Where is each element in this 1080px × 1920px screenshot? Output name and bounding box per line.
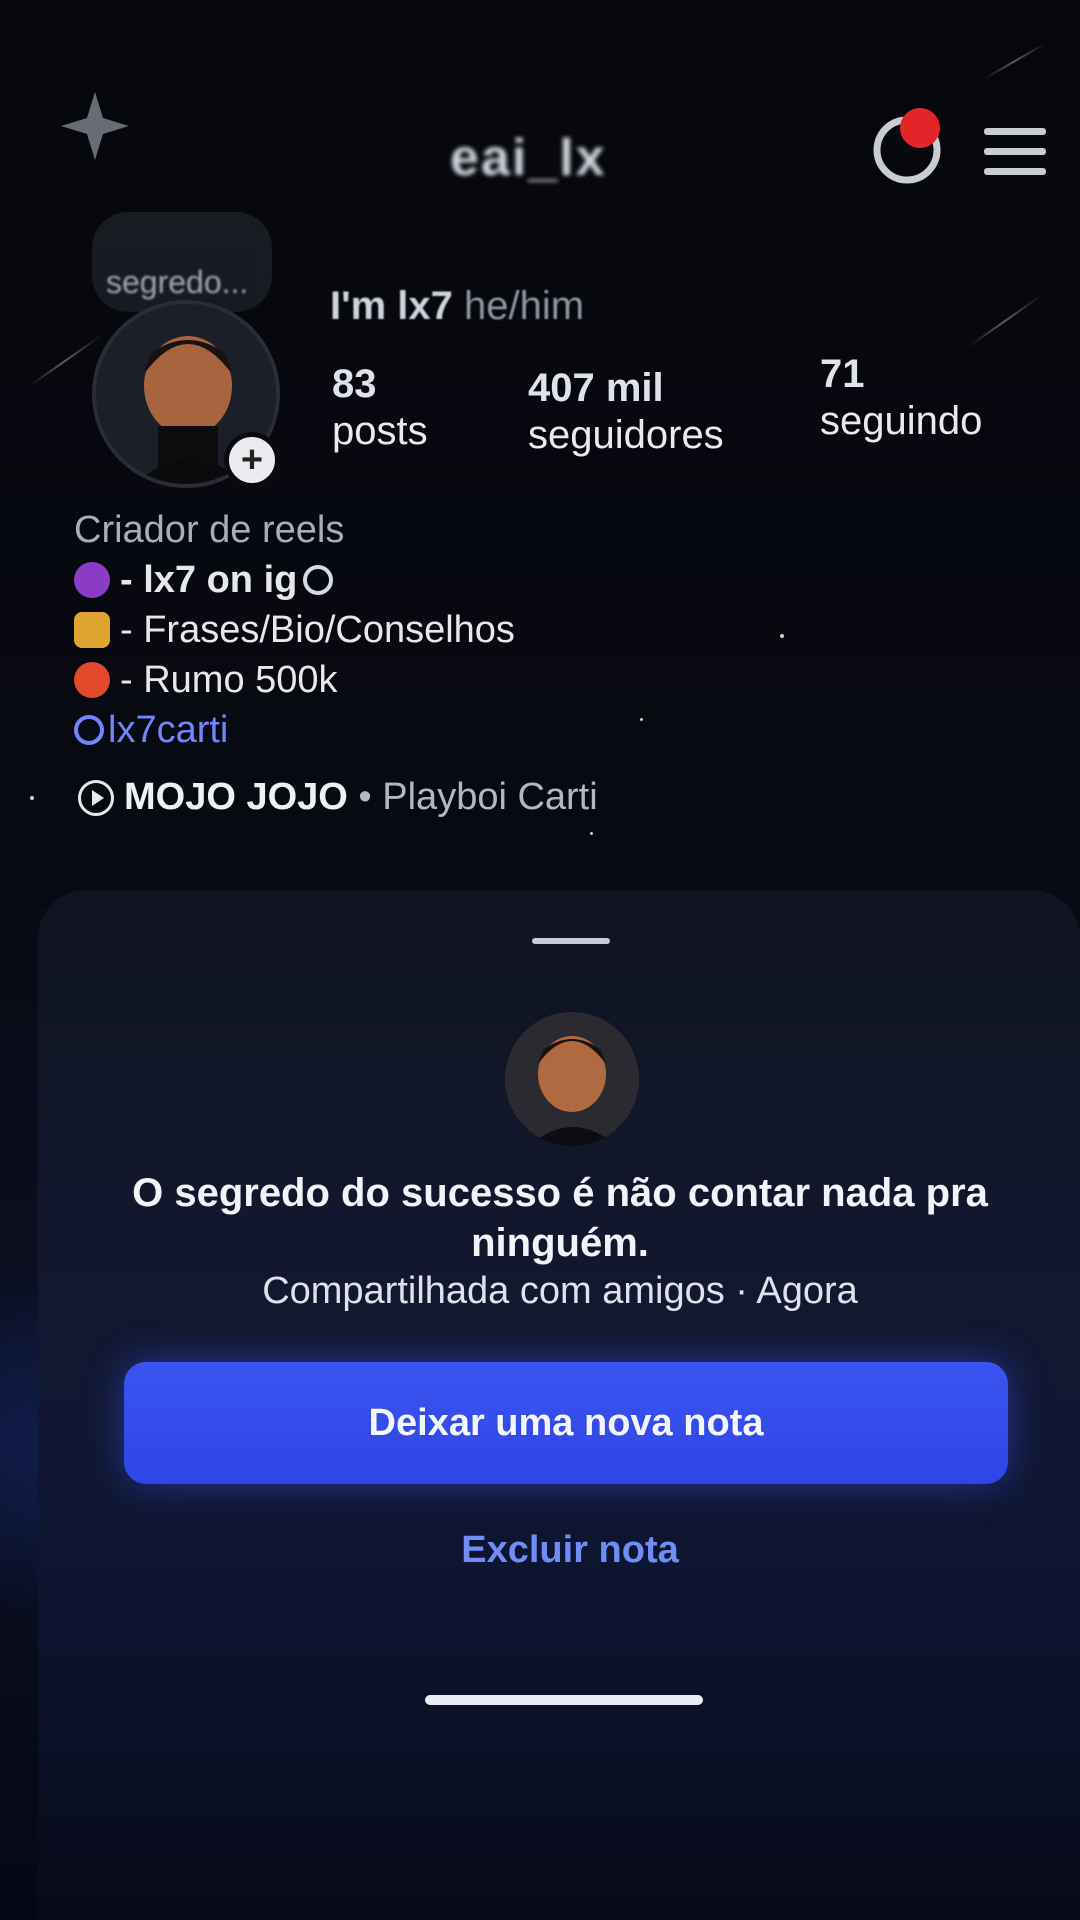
stat-following-label: seguindo [820,399,983,443]
play-icon [78,779,114,816]
profile-name-text: I'm lx7 [330,284,453,328]
music-separator: • [347,776,383,818]
bio-line-text: - Frases/Bio/Conselhos [120,609,515,651]
stat-posts-count: 83 [332,362,377,406]
ring-emoji-icon [303,565,334,595]
stat-followers[interactable]: 407 mil seguidores [528,366,724,458]
sheet-drag-handle[interactable] [532,938,610,944]
threads-link[interactable]: lx7carti [74,705,515,755]
threads-link-text: lx7carti [108,709,229,751]
note-bubble-text: segredo... [106,264,249,300]
delete-note-button[interactable]: Excluir nota [380,1520,760,1580]
bio-line: - lx7 on ig [74,555,515,605]
add-story-button[interactable]: + [224,432,280,488]
sparkle-icon[interactable] [55,86,135,166]
music-artist: Playboi Carti [382,776,598,818]
heart-fire-emoji-icon [74,662,110,698]
menu-icon[interactable] [980,122,1050,182]
bio-line: - Frases/Bio/Conselhos [74,605,515,655]
new-note-button[interactable]: Deixar uma nova nota [124,1362,1008,1484]
profile-name: I'm lx7 he/him [330,284,584,329]
stat-followers-label: seguidores [528,413,724,457]
profile-music[interactable]: MOJO JOJO • Playboi Carti [78,776,598,819]
note-text: O segredo do sucesso é não contar nada p… [132,1171,988,1265]
threads-link-icon [74,715,104,745]
stat-posts[interactable]: 83 posts [332,362,428,454]
music-song: MOJO JOJO [124,776,348,818]
header-username[interactable]: eai_lx [450,128,607,188]
note-meta: Compartilhada com amigos · Agora [262,1270,858,1312]
profile-header: eai_lx [0,80,1080,230]
bio-line: - Rumo 500k [74,655,515,705]
devil-emoji-icon [74,562,110,598]
stat-followers-count: 407 mil [528,366,664,410]
bio-line-text: - Rumo 500k [120,659,338,701]
home-indicator[interactable] [425,1695,703,1705]
bio-line-text: - lx7 on ig [120,559,298,601]
bio-category: Criador de reels [74,509,345,551]
note-avatar [505,1012,639,1146]
note-bubble[interactable]: segredo... [92,212,272,312]
stat-following-count: 71 [820,352,865,396]
threads-icon[interactable] [862,102,952,192]
profile-bio: Criador de reels - lx7 on ig - Frases/Bi… [74,505,515,755]
pronouns: he/him [464,284,585,328]
pencil-emoji-icon [74,612,110,648]
stat-following[interactable]: 71 seguindo [820,352,982,444]
stat-posts-label: posts [332,409,428,453]
